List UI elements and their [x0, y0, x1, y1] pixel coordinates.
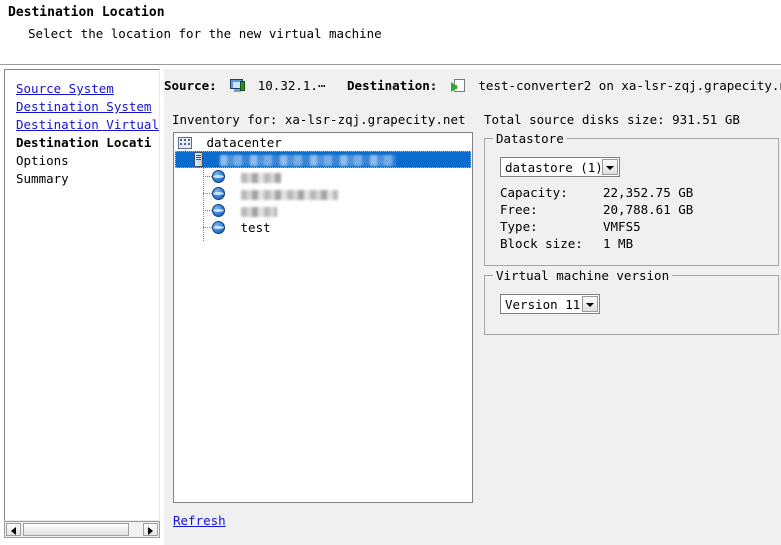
sidebar-item-destination-virtual-machine[interactable]: Destination Virtual M [16, 118, 160, 132]
main-content-panel: Source: 10.32.1.⋯ Destination: test-conv… [164, 69, 781, 545]
sidebar-item-summary[interactable]: Summary [16, 172, 69, 186]
destination-value: test-converter2 on xa-lsr-zqj.grapecity.… [478, 78, 781, 93]
vm-version-select[interactable]: Version 11 [500, 294, 600, 314]
monitor-icon [230, 79, 245, 93]
tree-item-vm-test[interactable]: test [212, 219, 271, 236]
sidebar-item-source-system[interactable]: Source System [16, 82, 114, 96]
tree-connector [203, 193, 212, 194]
vm-icon [212, 221, 226, 235]
sidebar-item-destination-system[interactable]: Destination System [16, 100, 151, 114]
datastore-group: Datastore datastore (1) Capacity: 22,352… [484, 138, 779, 266]
datastore-capacity-value: 22,352.75 GB [603, 185, 693, 200]
redacted-vm-name [241, 190, 338, 200]
redacted-host-name [220, 155, 396, 166]
page-title: Destination Location [8, 5, 165, 20]
datastore-free-value: 20,788.61 GB [603, 202, 693, 217]
source-destination-bar: Source: 10.32.1.⋯ Destination: test-conv… [164, 78, 781, 96]
tree-connector [203, 176, 212, 177]
page-subtitle: Select the location for the new virtual … [28, 26, 382, 41]
tree-item-host-selected[interactable] [175, 151, 471, 168]
host-icon [192, 152, 206, 167]
header-divider-highlight [0, 65, 781, 66]
redacted-vm-name [241, 207, 277, 217]
green-arrow-page-icon [451, 79, 466, 93]
tree-item-vm[interactable] [212, 202, 284, 219]
chevron-down-icon[interactable] [602, 159, 618, 175]
scrollbar-track[interactable] [130, 523, 144, 536]
tree-connector [203, 168, 204, 241]
chevron-right-icon [148, 527, 153, 535]
scroll-left-button[interactable] [6, 523, 21, 536]
page-header: Destination Location Select the location… [0, 0, 781, 66]
destination-label: Destination: [347, 78, 437, 93]
datastore-group-title: Datastore [493, 131, 567, 146]
datastore-free-label: Free: [500, 202, 538, 217]
tree-item-label: datacenter [207, 134, 282, 151]
scroll-right-button[interactable] [143, 523, 158, 536]
tree-connector [203, 210, 212, 211]
wizard-step-sidebar: Source System Destination System Destina… [4, 69, 160, 521]
sidebar-item-destination-location[interactable]: Destination Locati [16, 136, 151, 150]
tree-item-vm[interactable] [212, 185, 345, 202]
scrollbar-thumb[interactable] [23, 523, 129, 536]
inventory-label: Inventory for: xa-lsr-zqj.grapecity.net [172, 112, 466, 127]
datacenter-icon [178, 136, 193, 150]
refresh-link[interactable]: Refresh [173, 513, 226, 528]
sidebar-horizontal-scrollbar[interactable] [4, 521, 160, 538]
source-label: Source: [164, 78, 217, 93]
datastore-type-label: Type: [500, 219, 538, 234]
tree-item-label: test [241, 219, 271, 236]
inventory-tree[interactable]: datacenter [173, 132, 473, 503]
tree-item-datacenter[interactable]: datacenter [178, 134, 282, 151]
redacted-vm-name [241, 173, 281, 183]
tree-item-vm[interactable] [212, 168, 288, 185]
datastore-block-size-label: Block size: [500, 236, 583, 251]
chevron-down-icon[interactable] [582, 296, 598, 312]
vm-version-select-value: Version 11 [505, 297, 580, 312]
total-source-disks-size: Total source disks size: 931.51 GB [484, 112, 740, 127]
tree-connector [203, 227, 212, 228]
datastore-type-value: VMFS5 [603, 219, 641, 234]
vm-version-group: Virtual machine version Version 11 [484, 275, 779, 335]
datastore-select[interactable]: datastore (1) [500, 157, 620, 177]
sidebar-item-options[interactable]: Options [16, 154, 69, 168]
datastore-select-value: datastore (1) [505, 160, 603, 175]
datastore-capacity-label: Capacity: [500, 185, 568, 200]
vm-icon [212, 170, 226, 184]
datastore-block-size-value: 1 MB [603, 236, 633, 251]
source-value: 10.32.1.⋯ [258, 78, 326, 93]
chevron-left-icon [11, 527, 16, 535]
vm-icon [212, 187, 226, 201]
vm-version-group-title: Virtual machine version [493, 268, 672, 283]
vm-icon [212, 204, 226, 218]
